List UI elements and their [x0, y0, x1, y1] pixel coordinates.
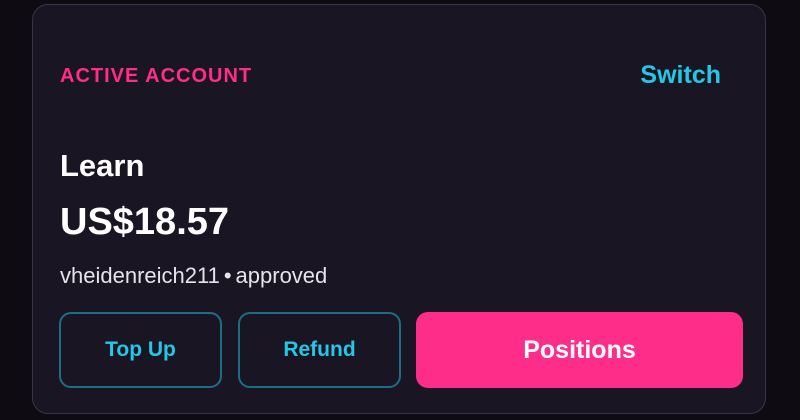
active-account-card: ACTIVE ACCOUNT Switch Learn US$18.57 vhe…	[32, 4, 766, 414]
positions-button[interactable]: Positions	[416, 312, 743, 388]
meta-separator: •	[223, 263, 232, 288]
section-label: ACTIVE ACCOUNT	[60, 65, 253, 87]
refund-button[interactable]: Refund	[238, 312, 401, 388]
top-up-button[interactable]: Top Up	[59, 312, 222, 388]
account-name: Learn	[60, 148, 145, 183]
account-meta: vheidenreich211 • approved	[60, 263, 327, 289]
account-status: approved	[235, 263, 328, 288]
switch-account-link[interactable]: Switch	[640, 61, 721, 90]
account-balance: US$18.57	[60, 201, 230, 243]
account-username: vheidenreich211	[60, 263, 220, 288]
